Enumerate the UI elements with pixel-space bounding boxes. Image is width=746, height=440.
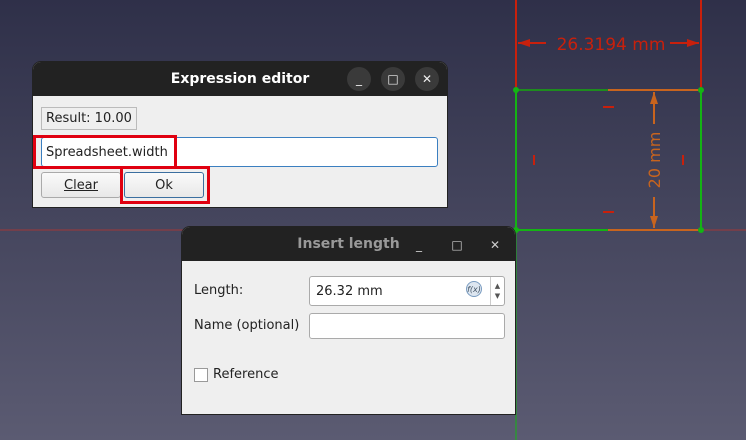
dialog-title: Insert length xyxy=(297,236,400,252)
maximize-button[interactable]: □ xyxy=(381,67,405,91)
clear-button[interactable]: Clear xyxy=(41,172,121,198)
minimize-button[interactable]: _ xyxy=(347,67,371,91)
maximize-button[interactable]: □ xyxy=(445,233,469,257)
name-input[interactable] xyxy=(309,313,505,339)
highlight-ok xyxy=(120,166,210,204)
expression-editor-dialog: Expression editor _ □ ✕ Result: 10.00 Sp… xyxy=(33,62,447,207)
title-bar: Insert length _ □ ✕ xyxy=(182,227,515,261)
reference-checkbox[interactable] xyxy=(194,368,208,382)
reference-label[interactable]: Reference xyxy=(213,367,278,382)
result-label: Result: 10.00 xyxy=(41,107,137,130)
close-button[interactable]: ✕ xyxy=(415,67,439,91)
close-button[interactable]: ✕ xyxy=(483,233,507,257)
length-value: 26.32 mm xyxy=(316,283,383,299)
name-label: Name (optional) xyxy=(194,318,300,333)
minimize-button[interactable]: _ xyxy=(407,233,431,257)
insert-length-dialog: Insert length _ □ ✕ Length: 26.32 mm f(x… xyxy=(182,227,515,414)
arrow-right-icon xyxy=(687,39,699,47)
spinbox-stepper[interactable]: ▲ ▼ xyxy=(490,277,504,305)
expression-fx-icon[interactable]: f(x) xyxy=(466,281,482,297)
width-dimension-label[interactable]: 26.3194 mm xyxy=(557,35,666,55)
height-dimension-label[interactable]: 20 mm xyxy=(645,132,664,189)
length-input[interactable]: 26.32 mm f(x) ▲ ▼ xyxy=(309,276,505,306)
arrow-left-icon xyxy=(518,39,530,47)
dialog-title: Expression editor xyxy=(170,71,310,87)
title-bar: Expression editor _ □ ✕ xyxy=(33,62,447,96)
highlight-expression xyxy=(33,135,177,169)
length-label: Length: xyxy=(194,283,244,298)
